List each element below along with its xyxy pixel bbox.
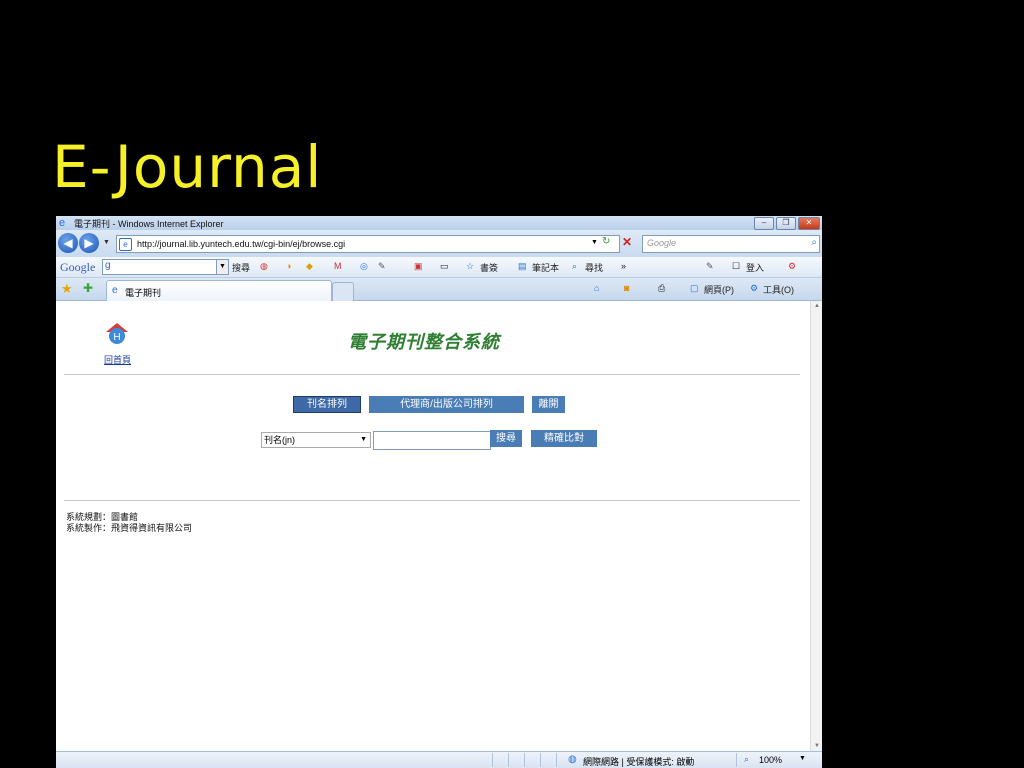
tools-menu[interactable]: 工具(O) xyxy=(763,283,794,296)
tab-ie-icon: e xyxy=(112,285,118,296)
google-toolbar: Google g ▼ 搜尋 ◍ ◑ ◆ M ◎ ✎ ▣ ▭ ☆ 書簽 ▤ 筆記本… xyxy=(56,257,822,278)
status-separator xyxy=(524,753,525,767)
sort-by-vendor-button[interactable]: 代理商/出版公司排列 xyxy=(369,396,524,413)
window-controls: – ❐ ✕ xyxy=(754,217,820,230)
arrow-left-icon: ◀ xyxy=(63,236,73,250)
refresh-icon[interactable]: ↻ xyxy=(602,236,610,247)
home-cmd-icon[interactable]: ⌂ xyxy=(594,283,599,293)
page-menu-icon: ▢ xyxy=(690,283,699,293)
security-zone[interactable]: 網際網路 | 受保護模式: 啟動 xyxy=(583,755,694,768)
status-separator xyxy=(492,753,493,767)
find-button[interactable]: 尋找 xyxy=(585,261,603,274)
pagerank-icon[interactable]: ◍ xyxy=(260,261,268,272)
blogger-icon[interactable]: ▣ xyxy=(414,261,423,272)
ie-logo-icon: e xyxy=(59,217,66,229)
back-button[interactable]: ◀ xyxy=(58,233,78,253)
bookmarks-button[interactable]: 書簽 xyxy=(480,261,498,274)
feeds-icon[interactable]: ◙ xyxy=(624,283,629,293)
search-placeholder: Google xyxy=(647,238,677,248)
globe-icon: ◍ xyxy=(568,754,577,765)
google-logo: Google xyxy=(60,260,96,274)
signin-checkbox-icon[interactable]: ☐ xyxy=(732,261,740,272)
url-dropdown-icon[interactable]: ▼ xyxy=(591,239,598,246)
vertical-scrollbar[interactable]: ▲ ▼ xyxy=(810,301,822,751)
footer-divider xyxy=(64,500,800,501)
window-titlebar: e 電子期刊 - Windows Internet Explorer – ❐ ✕ xyxy=(56,216,822,230)
search-icon[interactable]: ⌕ xyxy=(811,237,817,248)
keyword-input[interactable] xyxy=(373,431,491,450)
search-field-value: 刊名(jn) xyxy=(264,435,295,445)
google-search-input[interactable]: g xyxy=(102,259,228,275)
forward-button[interactable]: ▶ xyxy=(79,233,99,253)
search-field-select[interactable]: 刊名(jn) ▼ xyxy=(261,432,371,448)
scroll-up-icon[interactable]: ▲ xyxy=(814,303,820,309)
autofill-icon[interactable]: ◆ xyxy=(306,261,313,272)
new-tab-button[interactable] xyxy=(332,282,354,301)
exact-match-button[interactable]: 精確比對 xyxy=(531,430,597,447)
close-button[interactable]: ✕ xyxy=(798,217,820,230)
tab-label: 電子期刊 xyxy=(125,288,162,298)
address-bar: ◀ ▶ ▼ e http://journal.lib.yuntech.edu.t… xyxy=(56,230,822,257)
site-title: 電子期刊整合系統 xyxy=(348,332,500,353)
history-dropdown-icon[interactable]: ▼ xyxy=(103,239,110,246)
google-query-text: g xyxy=(105,260,111,271)
notebook-icon[interactable]: ▤ xyxy=(518,261,527,272)
notebook-button[interactable]: 筆記本 xyxy=(532,261,559,274)
zoom-icon: ⌕ xyxy=(744,754,750,764)
settings-wrench-icon[interactable]: ✎ xyxy=(706,261,714,272)
arrow-right-icon: ▶ xyxy=(84,236,94,250)
status-separator xyxy=(540,753,541,767)
tab-ejournal[interactable]: e 電子期刊 xyxy=(106,280,332,301)
google-search-button[interactable]: 搜尋 xyxy=(232,261,250,274)
stop-icon[interactable]: ✕ xyxy=(622,235,632,249)
zoom-level[interactable]: 100% xyxy=(759,755,782,765)
zoom-dropdown-icon[interactable]: ▼ xyxy=(799,755,806,762)
favorites-star-icon[interactable]: ★ xyxy=(61,281,73,297)
tab-bar: ★ ✚ e 電子期刊 ⌂ ◙ ⎙ ▢ 網頁(P) ⚙ 工具(O) xyxy=(56,278,822,301)
share-icon[interactable]: ✎ xyxy=(378,261,386,272)
translate-icon[interactable]: ◎ xyxy=(360,261,368,272)
bookmark-star-icon[interactable]: ☆ xyxy=(466,261,474,272)
url-input[interactable]: e http://journal.lib.yuntech.edu.tw/cgi-… xyxy=(116,235,620,253)
tools-gear-icon: ⚙ xyxy=(750,283,759,293)
search-button[interactable]: 搜尋 xyxy=(490,430,522,447)
chevron-down-icon: ▼ xyxy=(360,436,367,443)
browser-window: e 電子期刊 - Windows Internet Explorer – ❐ ✕… xyxy=(56,216,822,768)
status-bar: ◍ 網際網路 | 受保護模式: 啟動 ⌕ 100% ▼ xyxy=(56,751,822,768)
more-tools-button[interactable]: » xyxy=(621,261,626,271)
header-divider xyxy=(64,374,800,375)
find-icon[interactable]: ⌕ xyxy=(572,261,577,272)
url-text: http://journal.lib.yuntech.edu.tw/cgi-bi… xyxy=(137,239,346,249)
window-title: 電子期刊 - Windows Internet Explorer xyxy=(74,218,224,229)
page-menu[interactable]: 網頁(P) xyxy=(704,283,734,296)
maximize-button[interactable]: ❐ xyxy=(776,217,796,230)
home-link[interactable]: 回首頁 xyxy=(104,353,131,366)
gmail-icon[interactable]: M xyxy=(334,261,342,271)
page-icon: e xyxy=(119,237,132,251)
status-separator xyxy=(508,753,509,767)
slide-title: E-Journal xyxy=(52,133,323,201)
spellcheck-icon[interactable]: ◑ xyxy=(286,261,291,271)
sort-by-title-button[interactable]: 刊名排列 xyxy=(293,396,361,413)
status-separator xyxy=(736,753,737,767)
search-input[interactable]: Google ⌕ xyxy=(642,235,820,253)
page-content: H 回首頁 電子期刊整合系統 刊名排列 代理商/出版公司排列 離開 刊名(jn)… xyxy=(56,301,810,751)
scroll-down-icon[interactable]: ▼ xyxy=(814,743,820,749)
print-icon[interactable]: ⎙ xyxy=(658,283,665,294)
highlight-icon[interactable]: ▭ xyxy=(440,261,449,272)
svg-text:H: H xyxy=(113,332,120,343)
status-separator xyxy=(556,753,557,767)
footer-production: 系統製作：飛資得資訊有限公司 xyxy=(66,523,193,533)
google-dropdown-icon[interactable]: ▼ xyxy=(216,259,229,275)
add-favorite-icon[interactable]: ✚ xyxy=(83,281,93,295)
signin-button[interactable]: 登入 xyxy=(746,261,764,274)
home-house-icon[interactable]: H xyxy=(104,321,130,345)
google-options-icon[interactable]: ⚙ xyxy=(788,261,796,272)
exit-button[interactable]: 離開 xyxy=(532,396,565,413)
minimize-button[interactable]: – xyxy=(754,217,774,230)
